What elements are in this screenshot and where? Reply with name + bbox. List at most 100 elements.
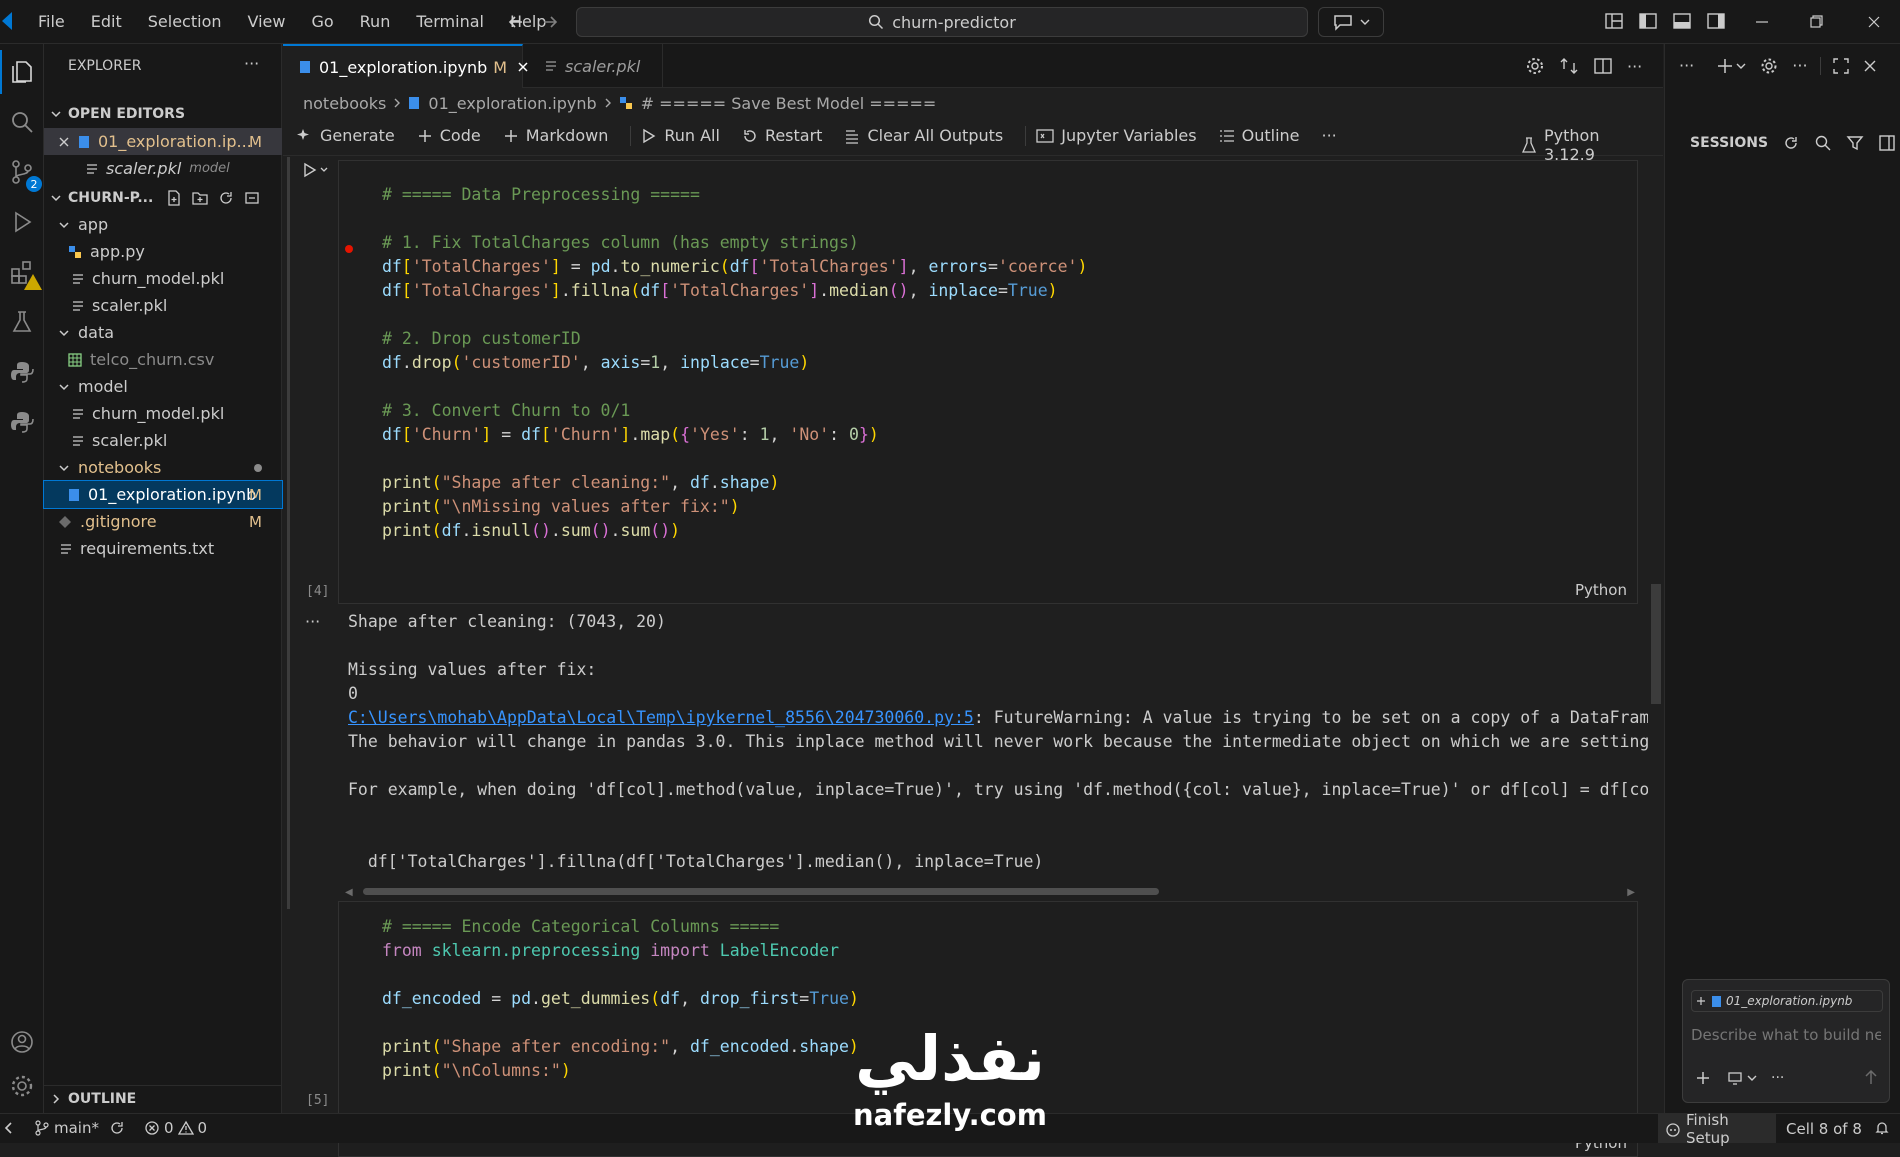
open-editor-item[interactable]: scaler.pkl model	[44, 155, 282, 182]
add-code-cell-button[interactable]: Code	[417, 126, 481, 145]
gear-icon[interactable]	[1760, 57, 1778, 75]
output-horizontal-scrollbar[interactable]: ◀ ▶	[345, 886, 1635, 898]
customize-layout-icon[interactable]	[1604, 11, 1624, 31]
breadcrumb-folder[interactable]: notebooks	[303, 94, 386, 113]
add-context-plus-icon[interactable]	[1695, 1070, 1711, 1086]
filter-icon[interactable]	[1846, 134, 1864, 152]
tree-file-telco-csv[interactable]: telco_churn.csv	[44, 346, 282, 373]
tree-file-gitignore[interactable]: .gitignore M	[44, 508, 282, 535]
account-icon[interactable]	[0, 1020, 44, 1064]
restart-button[interactable]: Restart	[742, 126, 822, 145]
sync-icon[interactable]	[109, 1120, 125, 1136]
tree-file-app-py[interactable]: app.py	[44, 238, 282, 265]
menu-run[interactable]: Run	[360, 12, 391, 31]
code-editor[interactable]: # ===== Encode Categorical Columns =====…	[382, 915, 859, 1083]
breakpoint-icon[interactable]	[345, 245, 353, 253]
refresh-icon[interactable]	[217, 189, 235, 207]
remote-indicator-icon[interactable]	[2, 1120, 16, 1136]
compare-changes-icon[interactable]	[1559, 56, 1579, 76]
monitor-icon[interactable]	[1727, 1070, 1743, 1086]
menu-file[interactable]: File	[38, 12, 65, 31]
toggle-secondary-sidebar-icon[interactable]	[1706, 11, 1726, 31]
add-markdown-cell-button[interactable]: Markdown	[503, 126, 608, 145]
context-chip[interactable]: 01_exploration.ipynb	[1691, 990, 1883, 1012]
tab-scaler[interactable]: scaler.pkl	[523, 44, 663, 88]
extensions-activity-icon[interactable]	[0, 250, 44, 294]
menu-view[interactable]: View	[248, 12, 286, 31]
refresh-icon[interactable]	[1782, 134, 1800, 152]
restore-icon[interactable]	[1806, 12, 1826, 32]
outline-header[interactable]: OUTLINE	[44, 1085, 282, 1112]
menu-terminal[interactable]: Terminal	[416, 12, 484, 31]
more-actions-icon[interactable]: ···	[1679, 56, 1694, 75]
code-cell[interactable]: # ===== Data Preprocessing ===== # 1. Fi…	[338, 160, 1638, 604]
maximize-icon[interactable]	[1832, 57, 1849, 74]
kernel-picker[interactable]: Python 3.12.9	[1521, 126, 1641, 164]
command-center-search[interactable]: churn-predictor	[576, 7, 1308, 37]
run-all-button[interactable]: Run All	[641, 126, 720, 145]
toolbar-more-button[interactable]: ···	[1322, 126, 1337, 145]
new-session-plus-icon[interactable]	[1716, 57, 1734, 75]
problems-indicator[interactable]: 0 0	[144, 1119, 207, 1137]
tree-folder-notebooks[interactable]: notebooks	[44, 454, 282, 481]
search-icon[interactable]	[1814, 134, 1832, 152]
scroll-right-icon[interactable]: ▶	[1627, 887, 1635, 898]
tree-file-churn-model[interactable]: churn_model.pkl	[44, 265, 282, 292]
tab-notebook-active[interactable]: 01_exploration.ipynb M	[283, 44, 528, 88]
more-actions-icon[interactable]: ···	[1627, 57, 1642, 76]
close-editor-icon[interactable]	[58, 136, 70, 148]
jupyter-variables-button[interactable]: Jupyter Variables	[1036, 126, 1197, 145]
traceback-link[interactable]: C:\Users\mohab\AppData\Local\Temp\ipyker…	[348, 708, 974, 727]
menu-edit[interactable]: Edit	[91, 12, 122, 31]
editor-vertical-scrollbar[interactable]	[1651, 584, 1661, 704]
forward-arrow-icon[interactable]	[540, 12, 560, 32]
open-editor-item[interactable]: 01_exploration.ip... M	[44, 128, 282, 155]
tree-folder-data[interactable]: data	[44, 319, 282, 346]
layout-icon[interactable]	[1878, 134, 1896, 152]
search-activity-icon[interactable]	[0, 100, 44, 144]
new-file-icon[interactable]	[165, 189, 183, 207]
explorer-activity-icon[interactable]	[0, 50, 44, 94]
collapse-all-icon[interactable]	[243, 189, 261, 207]
close-panel-icon[interactable]	[1863, 59, 1877, 73]
menu-selection[interactable]: Selection	[148, 12, 222, 31]
scroll-left-icon[interactable]: ◀	[345, 887, 353, 898]
more-actions-icon[interactable]: ···	[1792, 56, 1807, 75]
close-window-icon[interactable]	[1864, 12, 1884, 32]
new-folder-icon[interactable]	[191, 189, 209, 207]
cell-position[interactable]: Cell 8 of 8	[1786, 1120, 1862, 1138]
minimize-icon[interactable]	[1752, 12, 1772, 32]
toggle-sidebar-icon[interactable]	[1638, 11, 1658, 31]
send-arrow-icon[interactable]	[1863, 1068, 1879, 1086]
testing-activity-icon[interactable]	[0, 300, 44, 344]
menu-go[interactable]: Go	[311, 12, 333, 31]
split-editor-icon[interactable]	[1593, 56, 1613, 76]
tree-folder-app[interactable]: app	[44, 211, 282, 238]
tree-file-scaler[interactable]: scaler.pkl	[44, 292, 282, 319]
source-control-activity-icon[interactable]: 2	[0, 150, 44, 194]
clear-outputs-button[interactable]: Clear All Outputs	[844, 126, 1003, 145]
chat-prompt-input[interactable]	[1691, 1022, 1881, 1048]
toggle-panel-icon[interactable]	[1672, 11, 1692, 31]
breadcrumb-section[interactable]: # ===== Save Best Model =====	[641, 94, 937, 113]
gear-icon[interactable]	[1525, 56, 1545, 76]
python-env-activity-icon[interactable]	[0, 400, 44, 444]
code-editor[interactable]: # ===== Data Preprocessing ===== # 1. Fi…	[382, 183, 1087, 543]
run-debug-activity-icon[interactable]	[0, 200, 44, 244]
explorer-more-icon[interactable]: ···	[244, 54, 259, 73]
copilot-chat-button[interactable]	[1318, 7, 1384, 37]
tree-file-notebook-selected[interactable]: 01_exploration.ipynb M	[43, 480, 283, 509]
chevron-down-icon[interactable]	[1747, 1073, 1757, 1083]
branch-indicator[interactable]: main*	[34, 1119, 125, 1137]
tree-file-scaler[interactable]: scaler.pkl	[44, 427, 282, 454]
python-activity-icon[interactable]	[0, 350, 44, 394]
run-cell-icon[interactable]	[303, 162, 331, 178]
tree-folder-model[interactable]: model	[44, 373, 282, 400]
breadcrumb-file[interactable]: 01_exploration.ipynb	[428, 94, 596, 113]
outline-button[interactable]: Outline	[1219, 126, 1300, 145]
back-arrow-icon[interactable]	[506, 12, 526, 32]
chevron-down-icon[interactable]	[1736, 61, 1746, 71]
scrollbar-thumb[interactable]	[363, 888, 1159, 895]
tree-file-requirements[interactable]: requirements.txt	[44, 535, 282, 562]
finish-setup-button[interactable]: Finish Setup	[1658, 1111, 1776, 1147]
